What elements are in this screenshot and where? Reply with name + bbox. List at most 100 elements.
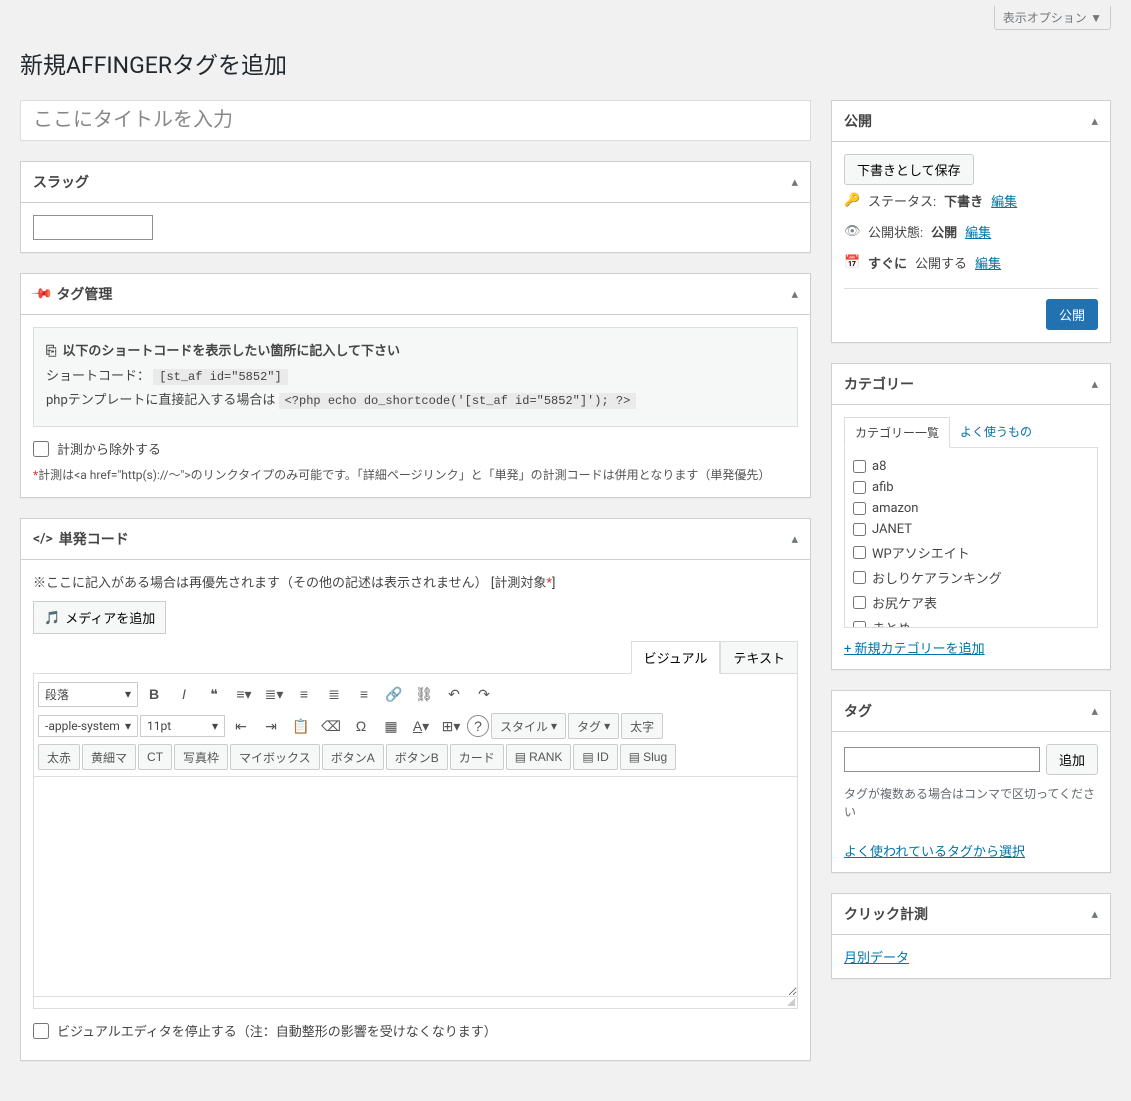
- category-checkbox[interactable]: [853, 460, 866, 473]
- page-title: 新規AFFINGERタグを追加: [20, 46, 1111, 80]
- custom-btn-0[interactable]: 太赤: [38, 744, 80, 770]
- custom-btn-8[interactable]: ▤RANK: [506, 744, 572, 770]
- chevron-down-icon: ▾: [604, 719, 610, 733]
- single-note: ※ここに記入がある場合は再優先されます（その他の記述は表示されません） [[計測…: [33, 572, 798, 591]
- add-tag-button[interactable]: 追加: [1046, 744, 1098, 775]
- italic-icon[interactable]: I: [170, 680, 198, 708]
- indent-icon[interactable]: ⇥: [257, 712, 285, 740]
- edit-schedule-link[interactable]: 編集: [975, 253, 1001, 272]
- custom-btn-2[interactable]: CT: [138, 744, 172, 770]
- title-input[interactable]: [20, 100, 811, 141]
- category-checkbox[interactable]: [853, 481, 866, 494]
- code-icon: </>: [33, 531, 53, 547]
- align-left-icon[interactable]: ≡: [290, 680, 318, 708]
- data-icon: ▤: [629, 750, 640, 764]
- category-item[interactable]: a8: [853, 456, 1089, 477]
- key-icon: 🔑: [844, 193, 860, 208]
- quote-icon[interactable]: ❝: [200, 680, 228, 708]
- edit-status-link[interactable]: 編集: [991, 191, 1017, 210]
- tab-visual[interactable]: ビジュアル: [631, 641, 721, 674]
- stop-visual-label: ビジュアルエディタを停止する（注：自動整形の影響を受けなくなります）: [57, 1021, 497, 1040]
- bgcolor-icon[interactable]: ▦: [377, 712, 405, 740]
- unlink-icon[interactable]: ⛓: [410, 680, 438, 708]
- slug-toggle-icon[interactable]: ▴: [791, 175, 798, 190]
- bold-text-button[interactable]: 太字: [621, 713, 663, 739]
- bold-icon[interactable]: B: [140, 680, 168, 708]
- custom-btn-4[interactable]: マイボックス: [230, 744, 320, 770]
- special-char-icon[interactable]: Ω: [347, 712, 375, 740]
- bullet-list-icon[interactable]: ≡▾: [230, 680, 258, 708]
- custom-btn-3[interactable]: 写真枠: [174, 744, 228, 770]
- add-category-link[interactable]: + 新規カテゴリーを追加: [844, 638, 985, 657]
- category-freq-tab[interactable]: よく使うもの: [950, 417, 1042, 447]
- php-code-value[interactable]: <?php echo do_shortcode('[st_af id="5852…: [279, 393, 637, 409]
- tags-toggle-icon[interactable]: ▴: [1091, 704, 1098, 719]
- shortcode-value[interactable]: [st_af id="5852"]: [153, 369, 287, 385]
- editor-resize-handle[interactable]: [33, 997, 798, 1009]
- style-dropdown[interactable]: スタイル▾: [491, 713, 566, 739]
- paste-icon[interactable]: 📋: [287, 712, 315, 740]
- category-item[interactable]: おしりケアランキング: [853, 565, 1089, 590]
- slug-input[interactable]: [33, 215, 153, 240]
- category-item[interactable]: お尻ケア表: [853, 590, 1089, 615]
- custom-btn-1[interactable]: 黄細マ: [82, 744, 136, 770]
- custom-btn-6[interactable]: ボタンB: [386, 744, 448, 770]
- help-icon[interactable]: ?: [467, 715, 489, 737]
- category-toggle-icon[interactable]: ▴: [1091, 377, 1098, 392]
- category-checkbox[interactable]: [853, 502, 866, 515]
- monthly-data-link[interactable]: 月別データ: [844, 951, 909, 966]
- custom-btn-10[interactable]: ▤Slug: [620, 744, 676, 770]
- screen-options-button[interactable]: 表示オプション ▼: [994, 6, 1111, 30]
- data-icon: ▤: [582, 750, 593, 764]
- chevron-down-icon: ▾: [125, 687, 131, 701]
- save-draft-button[interactable]: 下書きとして保存: [844, 154, 974, 185]
- stop-visual-checkbox[interactable]: [33, 1023, 49, 1039]
- tab-text[interactable]: テキスト: [720, 641, 798, 674]
- category-checkbox[interactable]: [853, 621, 866, 628]
- table-icon[interactable]: ⊞▾: [437, 712, 465, 740]
- redo-icon[interactable]: ↷: [470, 680, 498, 708]
- tag-dropdown[interactable]: タグ▾: [568, 713, 619, 739]
- font-select[interactable]: -apple-system▾: [38, 715, 138, 737]
- category-item[interactable]: amazon: [853, 498, 1089, 519]
- publish-toggle-icon[interactable]: ▴: [1091, 114, 1098, 129]
- click-toggle-icon[interactable]: ▴: [1091, 907, 1098, 922]
- custom-btn-9[interactable]: ▤ID: [573, 744, 617, 770]
- textcolor-icon[interactable]: A▾: [407, 712, 435, 740]
- category-checkbox[interactable]: [853, 523, 866, 536]
- category-list[interactable]: a8afibamazonJANETWPアソシエイトおしりケアランキングお尻ケア表…: [844, 448, 1098, 628]
- exclude-checkbox[interactable]: [33, 441, 49, 457]
- number-list-icon[interactable]: ≣▾: [260, 680, 288, 708]
- category-item[interactable]: まとめ: [853, 615, 1089, 628]
- add-media-button[interactable]: 🎵メディアを追加: [33, 601, 166, 634]
- tag-input[interactable]: [844, 747, 1040, 772]
- category-checkbox[interactable]: [853, 571, 866, 584]
- click-tracking-panel: クリック計測 ▴ 月別データ: [831, 893, 1111, 979]
- link-icon[interactable]: 🔗: [380, 680, 408, 708]
- choose-tags-link[interactable]: よく使われているタグから選択: [844, 845, 1025, 860]
- align-right-icon[interactable]: ≡: [350, 680, 378, 708]
- category-item[interactable]: WPアソシエイト: [853, 540, 1089, 565]
- category-checkbox[interactable]: [853, 546, 866, 559]
- category-item[interactable]: afib: [853, 477, 1089, 498]
- editor-textarea[interactable]: [33, 777, 798, 997]
- format-select[interactable]: 段落▾: [38, 682, 138, 707]
- custom-btn-5[interactable]: ボタンA: [322, 744, 384, 770]
- shortcode-note: ⎘以下のショートコードを表示したい箇所に記入して下さい ショートコード： [st…: [33, 327, 798, 427]
- outdent-icon[interactable]: ⇤: [227, 712, 255, 740]
- slug-panel: スラッグ ▴: [20, 161, 811, 253]
- tag-mgmt-toggle-icon[interactable]: ▴: [791, 287, 798, 302]
- publish-button[interactable]: 公開: [1046, 299, 1098, 330]
- align-center-icon[interactable]: ≣: [320, 680, 348, 708]
- publish-heading: 公開: [844, 111, 872, 131]
- custom-btn-7[interactable]: カード: [450, 744, 504, 770]
- single-toggle-icon[interactable]: ▴: [791, 532, 798, 547]
- tag-mgmt-warning: *計測は<a href="http(s)://〜">のリンクタイプのみ可能です。…: [33, 466, 798, 485]
- undo-icon[interactable]: ↶: [440, 680, 468, 708]
- clear-format-icon[interactable]: ⌫: [317, 712, 345, 740]
- fontsize-select[interactable]: 11pt▾: [140, 715, 225, 737]
- edit-visibility-link[interactable]: 編集: [965, 222, 991, 241]
- category-checkbox[interactable]: [853, 596, 866, 609]
- category-all-tab[interactable]: カテゴリー一覧: [844, 417, 950, 448]
- category-item[interactable]: JANET: [853, 519, 1089, 540]
